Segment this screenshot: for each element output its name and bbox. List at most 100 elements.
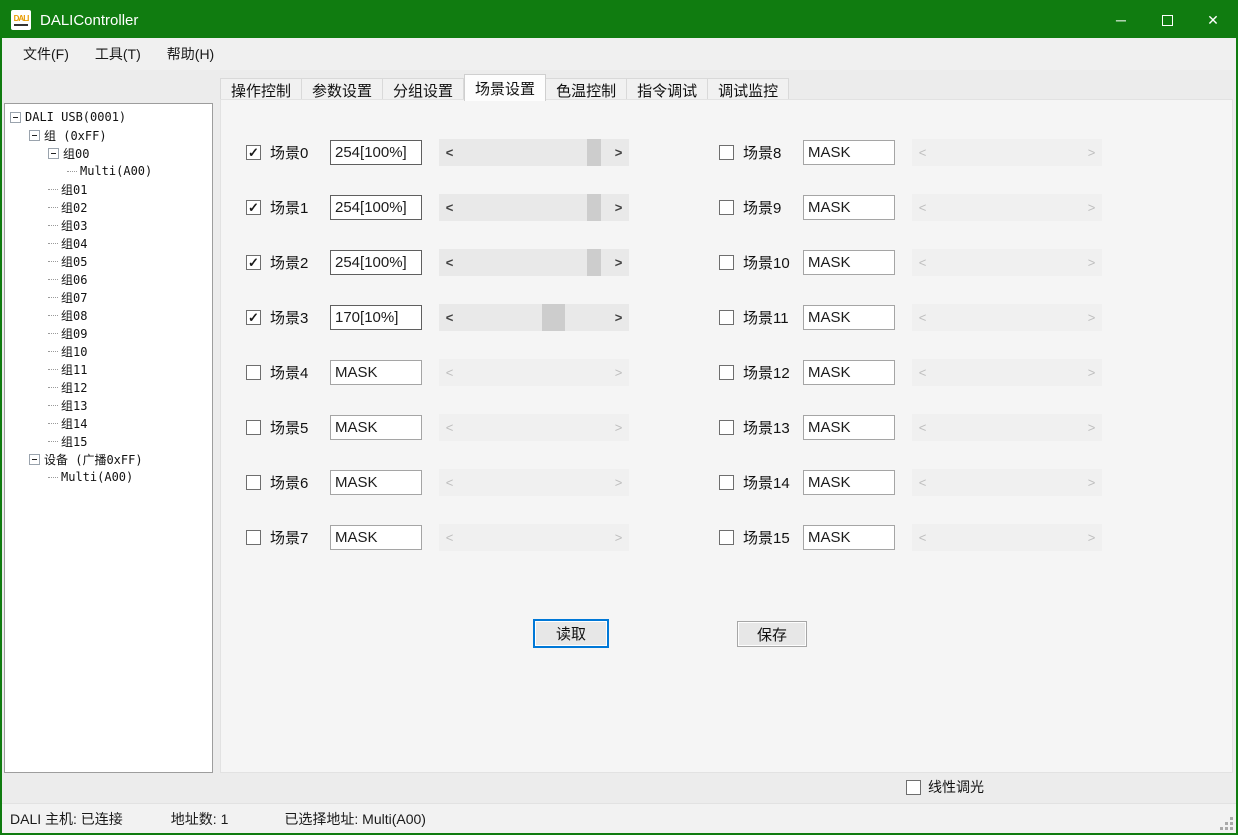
tree-node-label[interactable]: 组08 <box>61 307 87 324</box>
scrollbar-right-arrow-icon[interactable]: > <box>1083 469 1100 496</box>
scene-checkbox[interactable] <box>246 475 261 490</box>
scrollbar-left-arrow-icon[interactable]: < <box>441 139 458 166</box>
scrollbar-thumb[interactable] <box>542 304 565 331</box>
scrollbar-left-arrow-icon[interactable]: < <box>914 139 931 166</box>
tree-node-label[interactable]: 组03 <box>61 217 87 234</box>
scene-level-scrollbar[interactable]: < > <box>439 139 629 166</box>
menu-file[interactable]: 文件(F) <box>10 39 82 69</box>
tree-node-label[interactable]: 设备 (广播0xFF) <box>44 451 143 468</box>
tree-node[interactable]: 组 (0xFF) <box>5 126 212 144</box>
scrollbar-right-arrow-icon[interactable]: > <box>1083 139 1100 166</box>
scrollbar-thumb[interactable] <box>587 139 601 166</box>
scrollbar-right-arrow-icon[interactable]: > <box>610 524 627 551</box>
scrollbar-left-arrow-icon[interactable]: < <box>441 524 458 551</box>
scrollbar-left-arrow-icon[interactable]: < <box>441 414 458 441</box>
scene-checkbox[interactable]: ✓ <box>246 200 261 215</box>
tree-node-label[interactable]: 组10 <box>61 343 87 360</box>
scene-checkbox[interactable] <box>246 530 261 545</box>
tree-node[interactable]: 组14 <box>5 414 212 432</box>
scene-value-input[interactable] <box>330 360 422 385</box>
scrollbar-left-arrow-icon[interactable]: < <box>441 304 458 331</box>
tree-node[interactable]: 组01 <box>5 180 212 198</box>
scene-value-input[interactable] <box>803 195 895 220</box>
scene-checkbox[interactable] <box>246 365 261 380</box>
scrollbar-left-arrow-icon[interactable]: < <box>441 249 458 276</box>
scene-level-scrollbar[interactable]: < > <box>439 414 629 441</box>
scrollbar-right-arrow-icon[interactable]: > <box>610 249 627 276</box>
tree-node-label[interactable]: DALI USB(0001) <box>25 110 126 124</box>
scene-level-scrollbar[interactable]: < > <box>912 414 1102 441</box>
scrollbar-right-arrow-icon[interactable]: > <box>610 414 627 441</box>
close-button[interactable]: ✕ <box>1190 2 1236 38</box>
scene-value-input[interactable] <box>330 525 422 550</box>
tree-expander-icon[interactable] <box>10 112 21 123</box>
tab-1[interactable]: 参数设置 <box>302 78 383 100</box>
scene-value-input[interactable] <box>330 140 422 165</box>
tree-node-label[interactable]: Multi(A00) <box>80 164 152 178</box>
tree-node[interactable]: 组06 <box>5 270 212 288</box>
scrollbar-left-arrow-icon[interactable]: < <box>914 469 931 496</box>
scene-checkbox[interactable] <box>719 365 734 380</box>
tree-node-label[interactable]: 组04 <box>61 235 87 252</box>
tree-node-label[interactable]: 组02 <box>61 199 87 216</box>
scene-value-input[interactable] <box>330 470 422 495</box>
scene-value-input[interactable] <box>803 250 895 275</box>
tree-node[interactable]: 组00 <box>5 144 212 162</box>
scene-value-input[interactable] <box>330 415 422 440</box>
scrollbar-right-arrow-icon[interactable]: > <box>1083 304 1100 331</box>
scrollbar-right-arrow-icon[interactable]: > <box>1083 524 1100 551</box>
scene-level-scrollbar[interactable]: < > <box>439 194 629 221</box>
scrollbar-right-arrow-icon[interactable]: > <box>1083 414 1100 441</box>
tree-node-label[interactable]: 组00 <box>63 145 89 162</box>
tree-node[interactable]: 组11 <box>5 360 212 378</box>
tab-0[interactable]: 操作控制 <box>220 78 302 100</box>
tree-node-label[interactable]: 组07 <box>61 289 87 306</box>
tree-node[interactable]: Multi(A00) <box>5 162 212 180</box>
scene-level-scrollbar[interactable]: < > <box>439 359 629 386</box>
tab-5[interactable]: 指令调试 <box>627 78 708 100</box>
scrollbar-left-arrow-icon[interactable]: < <box>914 359 931 386</box>
tree-node-label[interactable]: 组15 <box>61 433 87 450</box>
tree-node[interactable]: 组12 <box>5 378 212 396</box>
scene-checkbox[interactable]: ✓ <box>246 145 261 160</box>
scene-value-input[interactable] <box>330 305 422 330</box>
scene-level-scrollbar[interactable]: < > <box>912 524 1102 551</box>
scene-checkbox[interactable] <box>719 530 734 545</box>
scene-level-scrollbar[interactable]: < > <box>912 304 1102 331</box>
scene-level-scrollbar[interactable]: < > <box>439 304 629 331</box>
scene-checkbox[interactable] <box>246 420 261 435</box>
scrollbar-left-arrow-icon[interactable]: < <box>914 414 931 441</box>
scene-level-scrollbar[interactable]: < > <box>439 524 629 551</box>
tree-node-label[interactable]: 组09 <box>61 325 87 342</box>
scrollbar-thumb[interactable] <box>587 194 601 221</box>
save-button[interactable]: 保存 <box>737 621 807 647</box>
tab-4[interactable]: 色温控制 <box>546 78 627 100</box>
tree-node-label[interactable]: 组01 <box>61 181 87 198</box>
scene-level-scrollbar[interactable]: < > <box>912 359 1102 386</box>
tree-node[interactable]: 组08 <box>5 306 212 324</box>
read-button[interactable]: 读取 <box>533 619 609 648</box>
tree-node[interactable]: 组15 <box>5 432 212 450</box>
scene-level-scrollbar[interactable]: < > <box>912 139 1102 166</box>
tab-6[interactable]: 调试监控 <box>708 78 789 100</box>
scrollbar-right-arrow-icon[interactable]: > <box>610 469 627 496</box>
scrollbar-thumb[interactable] <box>587 249 601 276</box>
scrollbar-right-arrow-icon[interactable]: > <box>1083 359 1100 386</box>
scrollbar-left-arrow-icon[interactable]: < <box>441 469 458 496</box>
scene-checkbox[interactable]: ✓ <box>246 255 261 270</box>
scene-checkbox[interactable] <box>719 145 734 160</box>
tree-node[interactable]: 组07 <box>5 288 212 306</box>
scene-checkbox[interactable] <box>719 255 734 270</box>
scene-level-scrollbar[interactable]: < > <box>439 249 629 276</box>
menu-help[interactable]: 帮助(H) <box>154 39 227 69</box>
scrollbar-left-arrow-icon[interactable]: < <box>914 524 931 551</box>
scene-checkbox[interactable] <box>719 200 734 215</box>
tree-node[interactable]: 组05 <box>5 252 212 270</box>
tree-node[interactable]: 组03 <box>5 216 212 234</box>
scene-value-input[interactable] <box>803 305 895 330</box>
scrollbar-left-arrow-icon[interactable]: < <box>441 194 458 221</box>
scrollbar-right-arrow-icon[interactable]: > <box>610 139 627 166</box>
scene-checkbox[interactable] <box>719 310 734 325</box>
tree-node-label[interactable]: 组06 <box>61 271 87 288</box>
tree-node[interactable]: 组02 <box>5 198 212 216</box>
